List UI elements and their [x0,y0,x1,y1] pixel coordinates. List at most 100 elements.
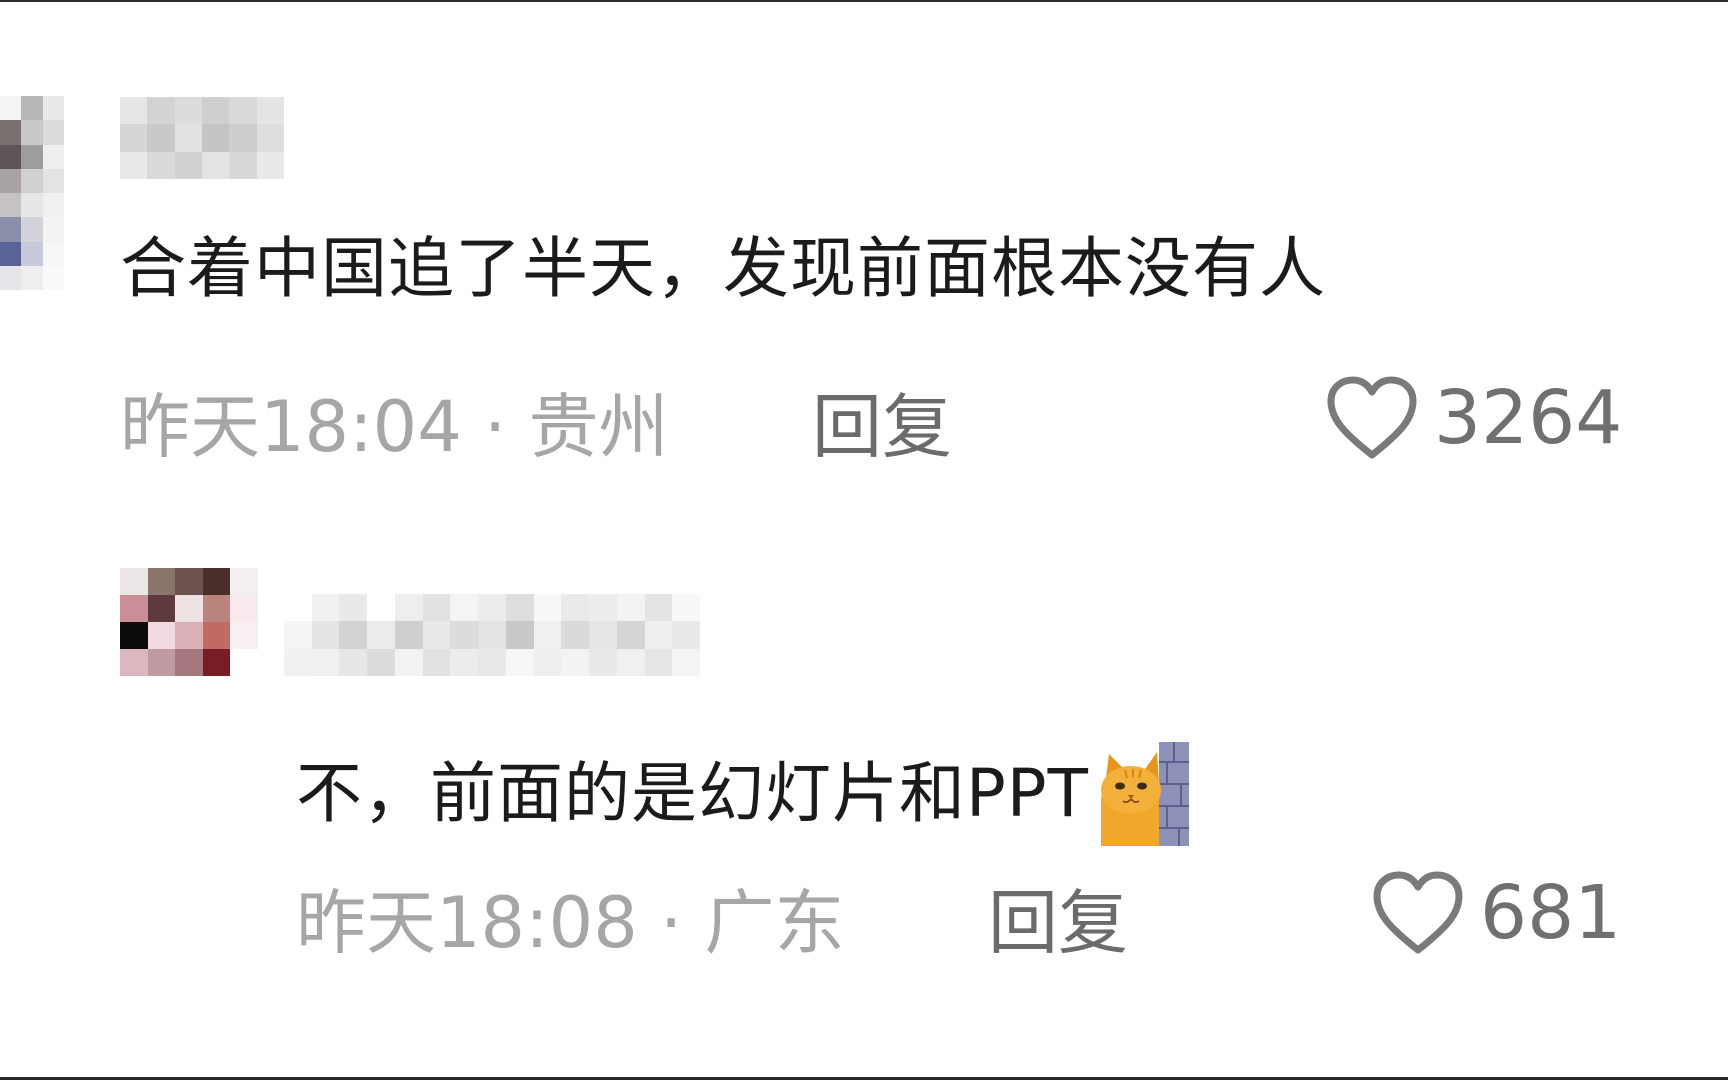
avatar[interactable] [120,568,258,676]
mosaic-cell [561,621,590,649]
mosaic-cell [42,241,64,266]
mosaic-cell [21,241,43,266]
mosaic-cell [0,265,22,290]
mosaic-cell [0,241,22,266]
mosaic-cell [450,648,479,676]
mosaic-cell [147,622,176,649]
mosaic-cell [21,168,43,193]
mosaic-cell [42,144,64,169]
mosaic-cell [174,151,202,179]
mosaic-cell [0,217,22,242]
mosaic-cell [450,594,479,622]
mosaic-cell [256,151,284,179]
mosaic-cell [339,648,368,676]
mosaic-cell [672,621,700,649]
mosaic-cell [120,622,148,649]
mosaic-cell [478,621,506,649]
mosaic-cell [175,568,203,595]
mosaic-cell [230,622,258,649]
mosaic-cell [644,648,673,676]
comment-text: 不，前面的是幻灯片和PPT [296,755,1089,832]
mosaic-cell [174,124,202,152]
mosaic-cell [120,151,148,179]
mosaic-cell [202,649,231,676]
mosaic-cell [147,595,176,622]
mosaic-cell [147,124,175,152]
mosaic-cell [202,151,230,179]
mosaic-cell [202,97,230,125]
username-blurred[interactable] [120,97,284,179]
avatar[interactable] [0,96,64,290]
mosaic-cell [120,595,148,622]
mosaic-cell [147,649,176,676]
mosaic-cell [174,97,202,125]
mosaic-cell [202,622,231,649]
mosaic-cell [589,621,617,649]
mosaic-cell [0,120,22,145]
like-button[interactable]: 681 [1372,870,1621,956]
mosaic-cell [42,120,64,145]
reply-button[interactable]: 回复 [812,392,952,462]
heart-outline-icon [1327,376,1417,459]
username-blurred[interactable] [284,594,700,676]
mosaic-cell [42,265,64,290]
mosaic-cell [120,124,148,152]
mosaic-cell [422,648,451,676]
mosaic-cell [0,144,22,169]
mosaic-cell [21,217,43,242]
mosaic-cell [394,594,423,622]
mosaic-cell [533,621,562,649]
reply-button[interactable]: 回复 [988,888,1128,958]
mosaic-cell [120,568,148,595]
mosaic-cell [21,96,43,121]
mosaic-cell [230,649,258,676]
mosaic-cell [422,621,451,649]
mosaic-cell [450,621,479,649]
mosaic-cell [561,594,590,622]
mosaic-cell [589,648,617,676]
mosaic-cell [616,594,645,622]
comment-text-row: 不，前面的是幻灯片和PPT [296,740,1191,848]
mosaic-cell [311,594,340,622]
mosaic-cell [256,124,284,152]
mosaic-cell [367,621,395,649]
mosaic-cell [230,568,258,595]
mosaic-cell [42,168,64,193]
mosaic-cell [367,594,395,622]
mosaic-cell [533,594,562,622]
mosaic-cell [42,96,64,121]
mosaic-cell [42,217,64,242]
mosaic-cell [284,621,312,649]
mosaic-cell [422,594,451,622]
mosaic-cell [284,648,312,676]
mosaic-cell [21,193,43,218]
mosaic-cell [533,648,562,676]
heart-outline-icon [1373,871,1463,954]
comment-time-location: 昨天18:04 · 贵州 [120,386,669,468]
mosaic-cell [478,594,506,622]
comment-text: 合着中国追了半天，发现前面根本没有人 [120,230,1326,307]
mosaic-cell [21,120,43,145]
like-button[interactable]: 3264 [1326,375,1622,461]
mosaic-cell [147,568,176,595]
mosaic-cell [311,621,340,649]
mosaic-cell [21,265,43,290]
mosaic-cell [256,97,284,125]
mosaic-cell [394,621,423,649]
mosaic-cell [229,97,257,125]
mosaic-cell [561,648,590,676]
cat-peeking-emoji [1100,742,1189,846]
mosaic-cell [175,649,203,676]
mosaic-cell [505,594,534,622]
mosaic-cell [505,621,534,649]
mosaic-cell [478,648,506,676]
mosaic-cell [505,648,534,676]
mosaic-cell [229,124,257,152]
mosaic-cell [339,594,368,622]
mosaic-cell [339,621,368,649]
mosaic-cell [0,168,22,193]
mosaic-cell [644,621,673,649]
mosaic-cell [672,648,700,676]
top-border [0,0,1728,2]
mosaic-cell [644,594,673,622]
